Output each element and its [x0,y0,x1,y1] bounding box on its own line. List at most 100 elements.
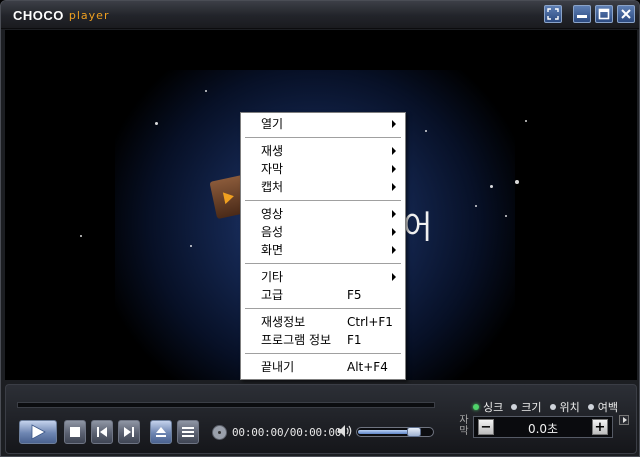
subtitle-tab[interactable]: 크기 [511,399,542,415]
submenu-arrow-icon [392,210,396,218]
playlist-icon [182,427,194,437]
close-button[interactable] [617,5,635,23]
next-button[interactable] [118,420,140,444]
brand-sub: player [68,8,110,22]
submenu-arrow-icon [392,273,396,281]
menu-item-label: 자막 [261,162,284,176]
volume-knob[interactable] [407,427,421,437]
close-icon [621,9,631,19]
sparkle [155,122,158,125]
maximize-button[interactable] [595,5,613,23]
fullscreen-button[interactable] [544,5,562,23]
subtitle-tab-label: 여백 [597,401,618,414]
menu-item-label: 화면 [261,243,284,257]
minimize-icon [577,15,587,18]
menu-item-label: 열기 [261,117,284,131]
menu-item-label: 기타 [261,270,284,284]
splash-logo-text: 어 [403,208,433,246]
subtitle-sync-box: − 0.0초 + [473,416,613,438]
menu-item-label: 끝내기 [261,360,295,374]
menu-item-label: 캡처 [261,180,284,194]
maximize-icon [598,8,610,20]
previous-button[interactable] [91,420,113,444]
menu-item-shortcut: F1 [347,333,362,347]
menu-item[interactable]: 음성 [243,223,403,241]
sparkle [205,90,207,92]
menu-item[interactable]: 열기 [243,115,403,133]
sparkle [475,205,477,207]
radio-dot-icon [473,404,479,410]
submenu-arrow-icon [392,120,396,128]
menu-item[interactable]: 기타 [243,268,403,286]
sparkle [190,245,192,247]
play-button[interactable] [19,420,57,444]
menu-separator [243,304,403,313]
subtitle-panel-arrow[interactable] [619,415,629,425]
radio-dot-icon [549,404,556,410]
subtitle-tab[interactable]: 싱크 [473,399,503,415]
menu-item-shortcut: Ctrl+F1 [347,315,393,329]
playlist-button[interactable] [177,420,199,444]
brand-name-text: CHOCO [13,7,64,23]
menu-item-label: 음성 [261,225,284,239]
time-display: 00:00:00/00:00:00 [232,426,342,439]
sparkle [80,235,82,237]
next-icon [124,427,134,437]
menu-item-label: 영상 [261,207,284,221]
menu-item-shortcut: F5 [347,288,362,302]
menu-item-label: 프로그램 정보 [261,333,332,347]
stop-button[interactable] [64,420,86,444]
radio-dot-icon [511,404,518,410]
submenu-arrow-icon [392,147,396,155]
play-icon [31,424,46,440]
eject-icon [156,427,166,437]
sparkle [515,180,519,184]
menu-separator [243,349,403,358]
submenu-arrow-icon [392,183,396,191]
seek-bar[interactable] [17,402,435,408]
brand-name: CHOCO [13,8,64,23]
context-menu: 열기재생자막캡처영상음성화면기타고급 F5 재생정보 Ctrl+F1 프로그램 정보 F1… [240,112,406,380]
minimize-button[interactable] [573,5,591,23]
submenu-arrow-icon [392,246,396,254]
subtitle-side-label: 자막 [459,415,469,437]
menu-item[interactable]: 영상 [243,205,403,223]
submenu-arrow-icon [392,165,396,173]
menu-item[interactable]: 재생 [243,142,403,160]
sparkle [490,185,493,188]
menu-item-label: 고급 [261,288,284,302]
fullscreen-icon [547,8,559,20]
title-bar[interactable]: CHOCO player [1,1,639,29]
menu-item[interactable]: 프로그램 정보 F1 [243,331,403,349]
sparkle [505,215,507,217]
subtitle-tab-label: 크기 [521,401,542,414]
subtitle-tab[interactable]: 여백 [587,399,618,415]
stop-icon [70,427,80,437]
subtitle-tab[interactable]: 위치 [549,399,580,415]
control-bar: 00:00:00/00:00:00 싱크 크기 위치 여백 자막 − 0.0초 + [5,384,637,454]
menu-item[interactable]: 화면 [243,241,403,259]
eject-button[interactable] [150,420,172,444]
menu-item-label: 재생정보 [261,315,306,329]
menu-separator [243,259,403,268]
app-logo: CHOCO player [13,7,109,23]
disc-icon[interactable] [212,425,227,440]
menu-separator [243,133,403,142]
menu-item[interactable]: 자막 [243,160,403,178]
menu-item[interactable]: 재생정보 Ctrl+F1 [243,313,403,331]
menu-item[interactable]: 끝내기 Alt+F4 [243,358,403,376]
subtitle-tab-label: 위치 [559,401,580,414]
submenu-arrow-icon [392,228,396,236]
player-window: CHOCO player 어 열기 재생 자막 캡처 영상 음성 화면 기타 고급 F5 재생정 [0,0,640,457]
menu-separator [243,196,403,205]
speaker-icon[interactable] [337,424,353,438]
sparkle [525,120,527,122]
sparkle [425,130,427,132]
increase-button[interactable]: + [592,419,608,435]
subtitle-tab-label: 싱크 [483,401,504,414]
menu-item[interactable]: 캡처 [243,178,403,196]
menu-item[interactable]: 고급 F5 [243,286,403,304]
menu-item-label: 재생 [261,144,284,158]
radio-dot-icon [587,404,594,410]
volume-slider[interactable] [356,427,434,437]
